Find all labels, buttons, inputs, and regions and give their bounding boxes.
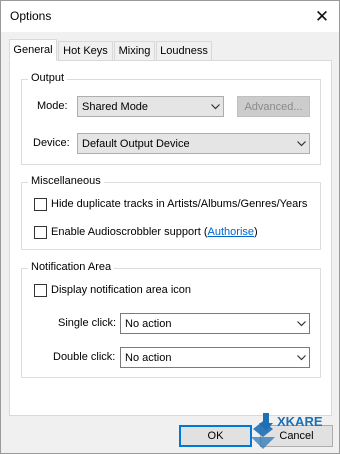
chevron-down-icon [207,103,223,110]
mode-label: Mode: [37,100,68,112]
watermark-logo: XKARE [251,413,323,449]
chevron-down-icon [293,354,309,361]
double-click-label: Double click: [53,351,116,363]
audioscrobbler-label: Enable Audioscrobbler support ( [51,226,208,238]
close-button[interactable]: ✕ [305,1,339,32]
tab-hot-keys-label: Hot Keys [63,45,108,57]
output-group: Output Mode: Shared Mode Advanced... Dev… [21,72,321,165]
title-bar: Options ✕ [1,1,339,32]
close-icon: ✕ [314,6,330,26]
tab-mixing[interactable]: Mixing [114,41,155,60]
tab-hot-keys[interactable]: Hot Keys [58,41,113,60]
single-click-label: Single click: [58,317,117,329]
audioscrobbler-checkbox[interactable] [34,226,47,239]
tab-loudness-label: Loudness [160,45,208,57]
chevron-down-icon [293,320,309,327]
tab-general[interactable]: General [9,39,57,61]
miscellaneous-group: Miscellaneous Hide duplicate tracks in A… [21,175,321,250]
chevron-down-icon [293,140,309,147]
display-icon-label: Display notification area icon [51,284,192,296]
audioscrobbler-label-wrap: Enable Audioscrobbler support (Authorise… [51,226,258,238]
single-click-select[interactable]: No action [120,313,310,334]
notification-area-group: Notification Area Display notification a… [21,261,321,378]
authorise-link[interactable]: Authorise [208,226,254,238]
advanced-button-label: Advanced... [244,100,303,113]
mode-select[interactable]: Shared Mode [77,96,224,117]
hide-duplicates-label: Hide duplicate tracks in Artists/Albums/… [51,198,308,210]
advanced-button[interactable]: Advanced... [237,96,310,117]
ok-button[interactable]: OK [179,425,252,447]
tab-loudness[interactable]: Loudness [156,41,212,60]
device-label: Device: [33,137,70,149]
hide-duplicates-checkbox[interactable] [34,198,47,211]
tab-mixing-label: Mixing [118,45,151,57]
display-icon-checkbox[interactable] [34,284,47,297]
options-dialog: Options ✕ General Hot Keys Mixing Loudne… [0,0,340,454]
mode-select-value: Shared Mode [82,100,149,113]
ok-button-label: OK [207,430,224,442]
device-select[interactable]: Default Output Device [77,133,310,154]
watermark-text: XKARE [277,414,323,429]
audioscrobbler-suffix: ) [254,226,258,238]
device-select-value: Default Output Device [82,137,190,150]
window-title: Options [10,9,52,23]
output-group-label: Output [28,72,68,84]
notification-area-group-label: Notification Area [28,261,115,273]
single-click-value: No action [125,317,172,330]
tab-general-label: General [13,44,53,56]
double-click-select[interactable]: No action [120,347,310,368]
miscellaneous-group-label: Miscellaneous [28,175,104,187]
double-click-value: No action [125,351,172,364]
general-tab-panel: Output Mode: Shared Mode Advanced... Dev… [9,60,332,416]
